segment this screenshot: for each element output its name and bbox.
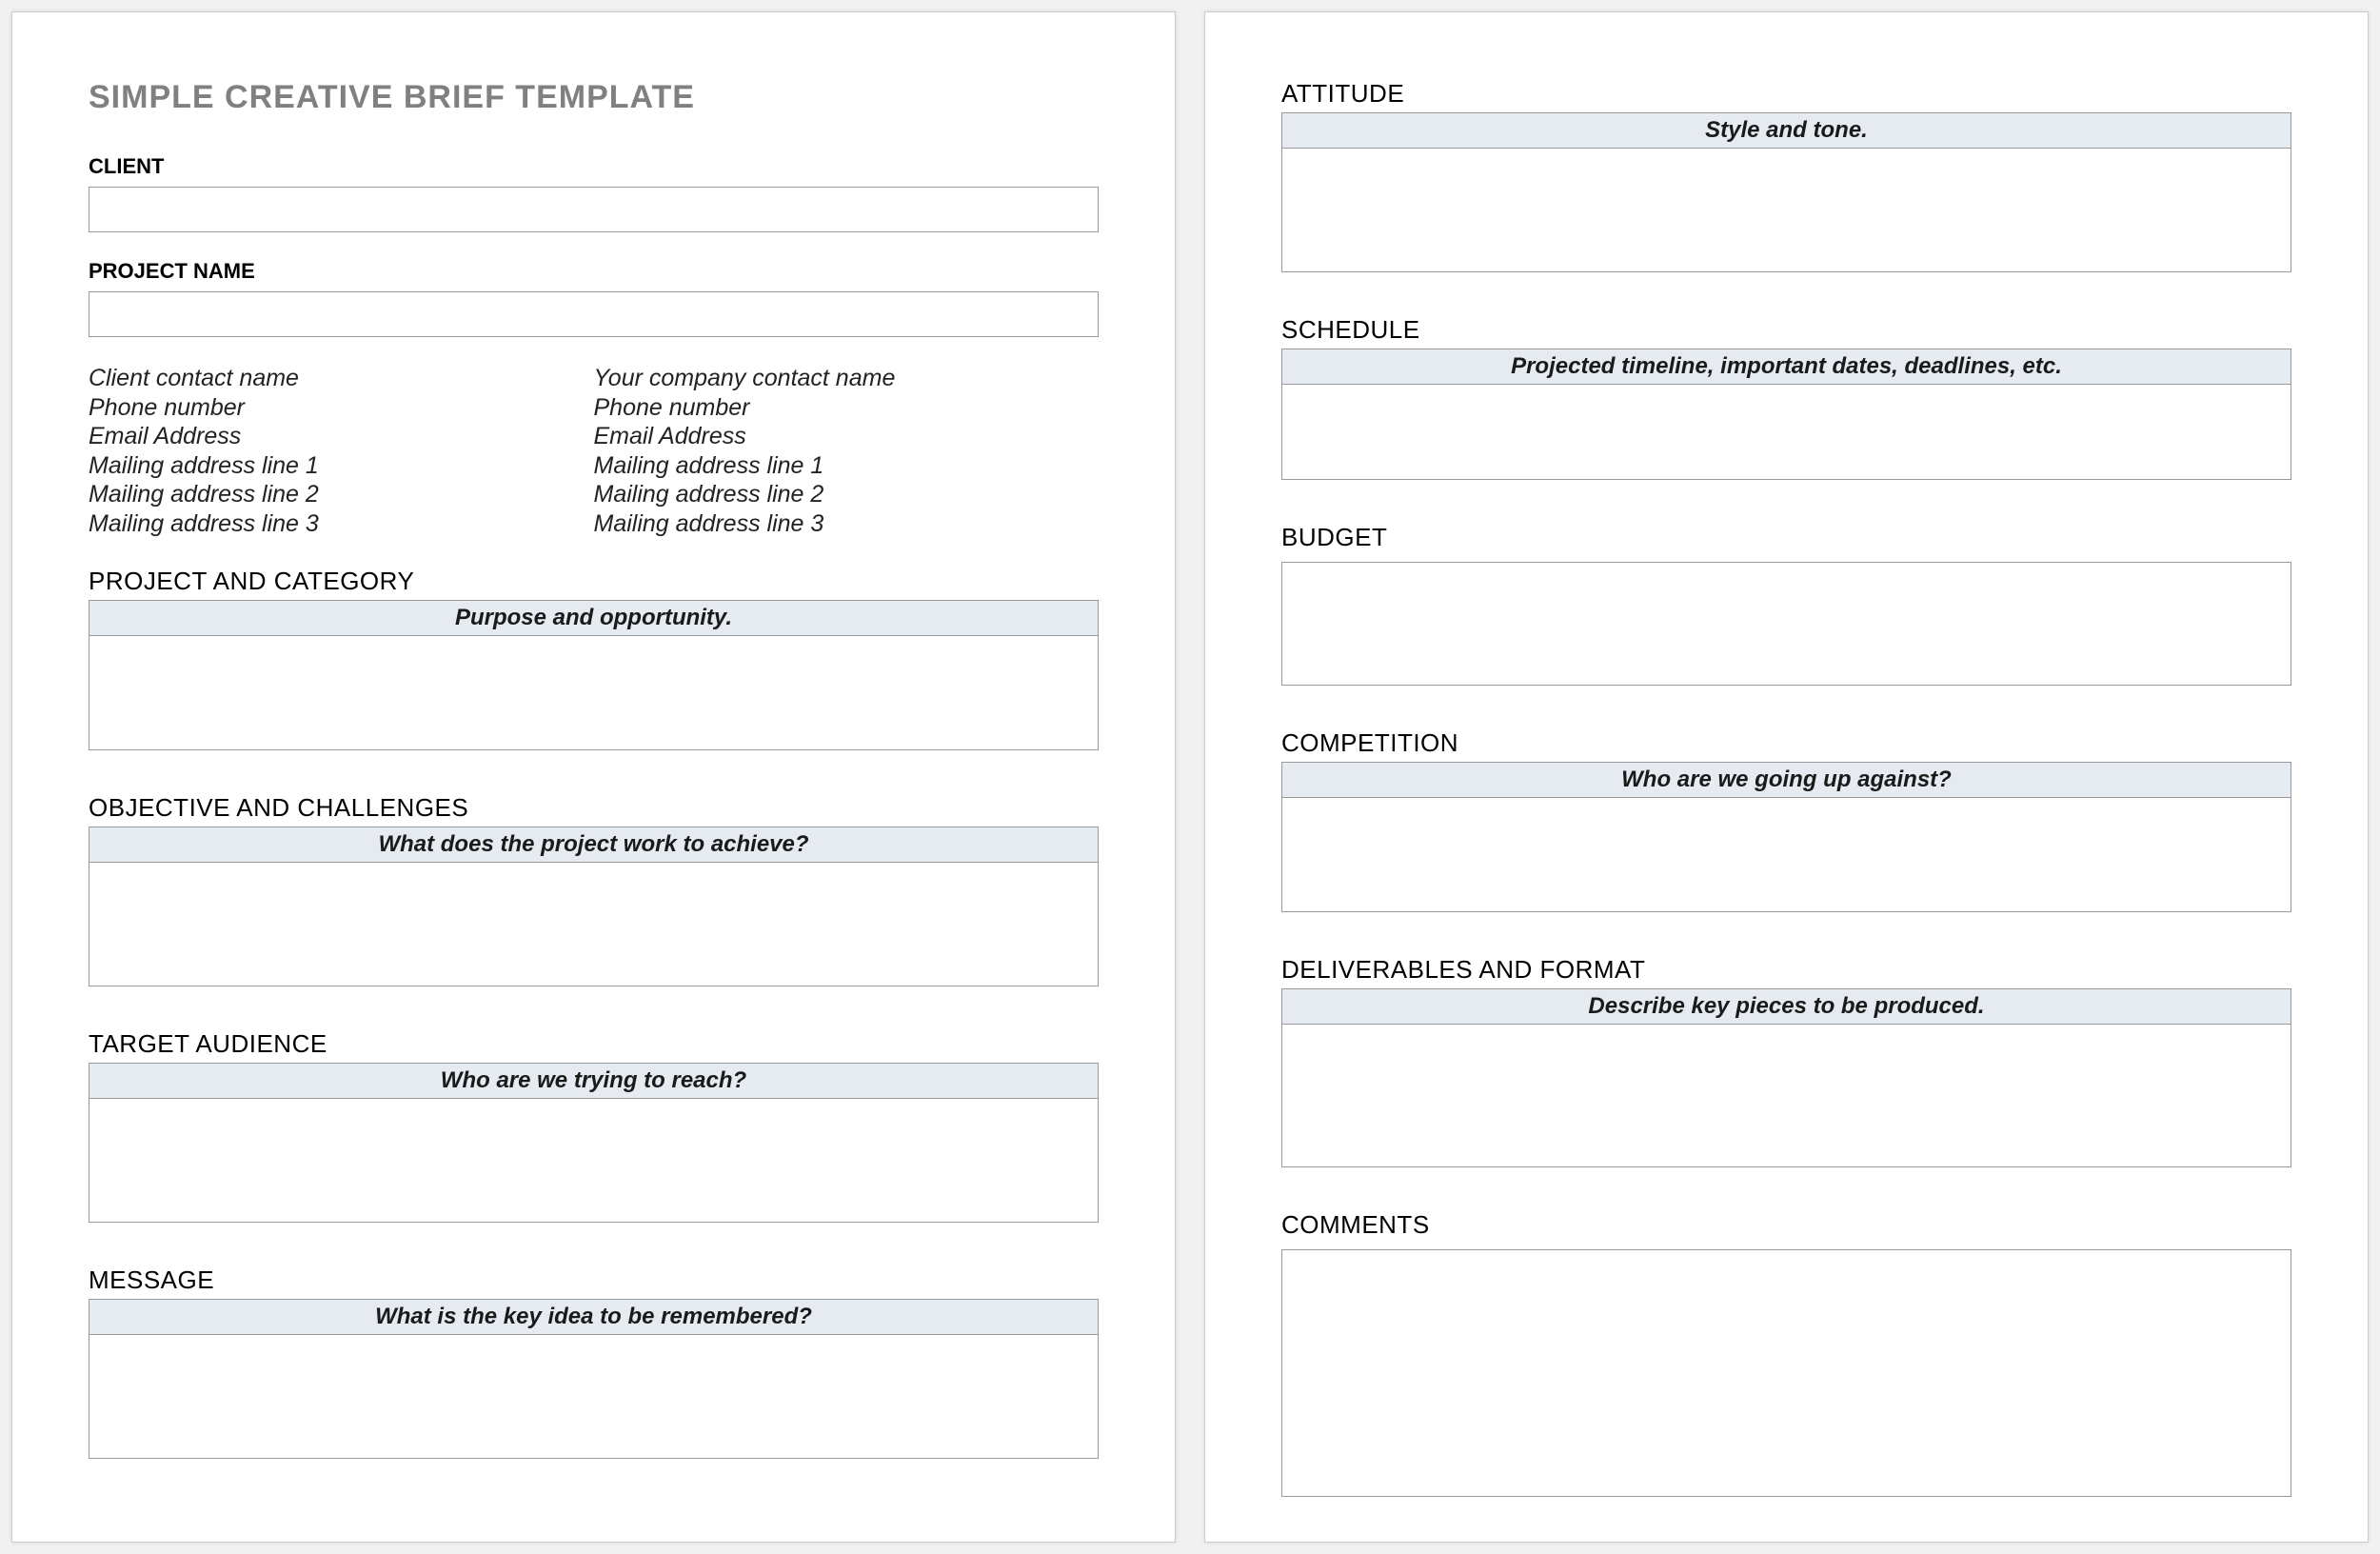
section-attitude: ATTITUDE Style and tone. xyxy=(1281,79,2291,277)
schedule-label: SCHEDULE xyxy=(1281,315,2291,345)
message-hint: What is the key idea to be remembered? xyxy=(89,1299,1099,1335)
client-contact-addr2: Mailing address line 2 xyxy=(89,480,594,509)
company-contact-column: Your company contact name Phone number E… xyxy=(594,364,1100,538)
message-label: MESSAGE xyxy=(89,1265,1099,1295)
comments-input[interactable] xyxy=(1281,1249,2291,1497)
objective-input[interactable] xyxy=(89,863,1099,986)
client-input[interactable] xyxy=(89,187,1099,232)
company-contact-addr1: Mailing address line 1 xyxy=(594,451,1100,481)
client-contact-column: Client contact name Phone number Email A… xyxy=(89,364,594,538)
section-project-category: PROJECT AND CATEGORY Purpose and opportu… xyxy=(89,567,1099,755)
comments-label: COMMENTS xyxy=(1281,1210,2291,1240)
client-label: CLIENT xyxy=(89,154,1099,179)
section-deliverables: DELIVERABLES AND FORMAT Describe key pie… xyxy=(1281,955,2291,1172)
budget-input[interactable] xyxy=(1281,562,2291,686)
project-name-label: PROJECT NAME xyxy=(89,259,1099,284)
section-schedule: SCHEDULE Projected timeline, important d… xyxy=(1281,315,2291,485)
target-audience-label: TARGET AUDIENCE xyxy=(89,1029,1099,1059)
client-contact-addr3: Mailing address line 3 xyxy=(89,509,594,539)
client-contact-email: Email Address xyxy=(89,422,594,451)
schedule-hint: Projected timeline, important dates, dea… xyxy=(1281,349,2291,385)
client-contact-addr1: Mailing address line 1 xyxy=(89,451,594,481)
page-2: ATTITUDE Style and tone. SCHEDULE Projec… xyxy=(1204,11,2369,1543)
section-comments: COMMENTS xyxy=(1281,1210,2291,1502)
company-contact-addr2: Mailing address line 2 xyxy=(594,480,1100,509)
company-contact-name: Your company contact name xyxy=(594,364,1100,393)
page-1: SIMPLE CREATIVE BRIEF TEMPLATE CLIENT PR… xyxy=(11,11,1176,1543)
attitude-input[interactable] xyxy=(1281,149,2291,272)
section-competition: COMPETITION Who are we going up against? xyxy=(1281,728,2291,917)
competition-hint: Who are we going up against? xyxy=(1281,762,2291,798)
project-category-hint: Purpose and opportunity. xyxy=(89,600,1099,636)
target-audience-input[interactable] xyxy=(89,1099,1099,1223)
document-title: SIMPLE CREATIVE BRIEF TEMPLATE xyxy=(89,79,1099,116)
deliverables-input[interactable] xyxy=(1281,1025,2291,1167)
company-contact-email: Email Address xyxy=(594,422,1100,451)
contacts-block: Client contact name Phone number Email A… xyxy=(89,364,1099,538)
deliverables-hint: Describe key pieces to be produced. xyxy=(1281,988,2291,1025)
company-contact-phone: Phone number xyxy=(594,393,1100,423)
project-name-input[interactable] xyxy=(89,291,1099,337)
section-message: MESSAGE What is the key idea to be remem… xyxy=(89,1265,1099,1464)
section-budget: BUDGET xyxy=(1281,523,2291,690)
message-input[interactable] xyxy=(89,1335,1099,1459)
section-objective: OBJECTIVE AND CHALLENGES What does the p… xyxy=(89,793,1099,991)
client-contact-name: Client contact name xyxy=(89,364,594,393)
company-contact-addr3: Mailing address line 3 xyxy=(594,509,1100,539)
attitude-hint: Style and tone. xyxy=(1281,112,2291,149)
competition-label: COMPETITION xyxy=(1281,728,2291,758)
objective-label: OBJECTIVE AND CHALLENGES xyxy=(89,793,1099,823)
section-target-audience: TARGET AUDIENCE Who are we trying to rea… xyxy=(89,1029,1099,1227)
competition-input[interactable] xyxy=(1281,798,2291,912)
deliverables-label: DELIVERABLES AND FORMAT xyxy=(1281,955,2291,985)
budget-label: BUDGET xyxy=(1281,523,2291,552)
target-audience-hint: Who are we trying to reach? xyxy=(89,1063,1099,1099)
project-category-label: PROJECT AND CATEGORY xyxy=(89,567,1099,596)
objective-hint: What does the project work to achieve? xyxy=(89,827,1099,863)
attitude-label: ATTITUDE xyxy=(1281,79,2291,109)
client-contact-phone: Phone number xyxy=(89,393,594,423)
project-category-input[interactable] xyxy=(89,636,1099,750)
schedule-input[interactable] xyxy=(1281,385,2291,480)
